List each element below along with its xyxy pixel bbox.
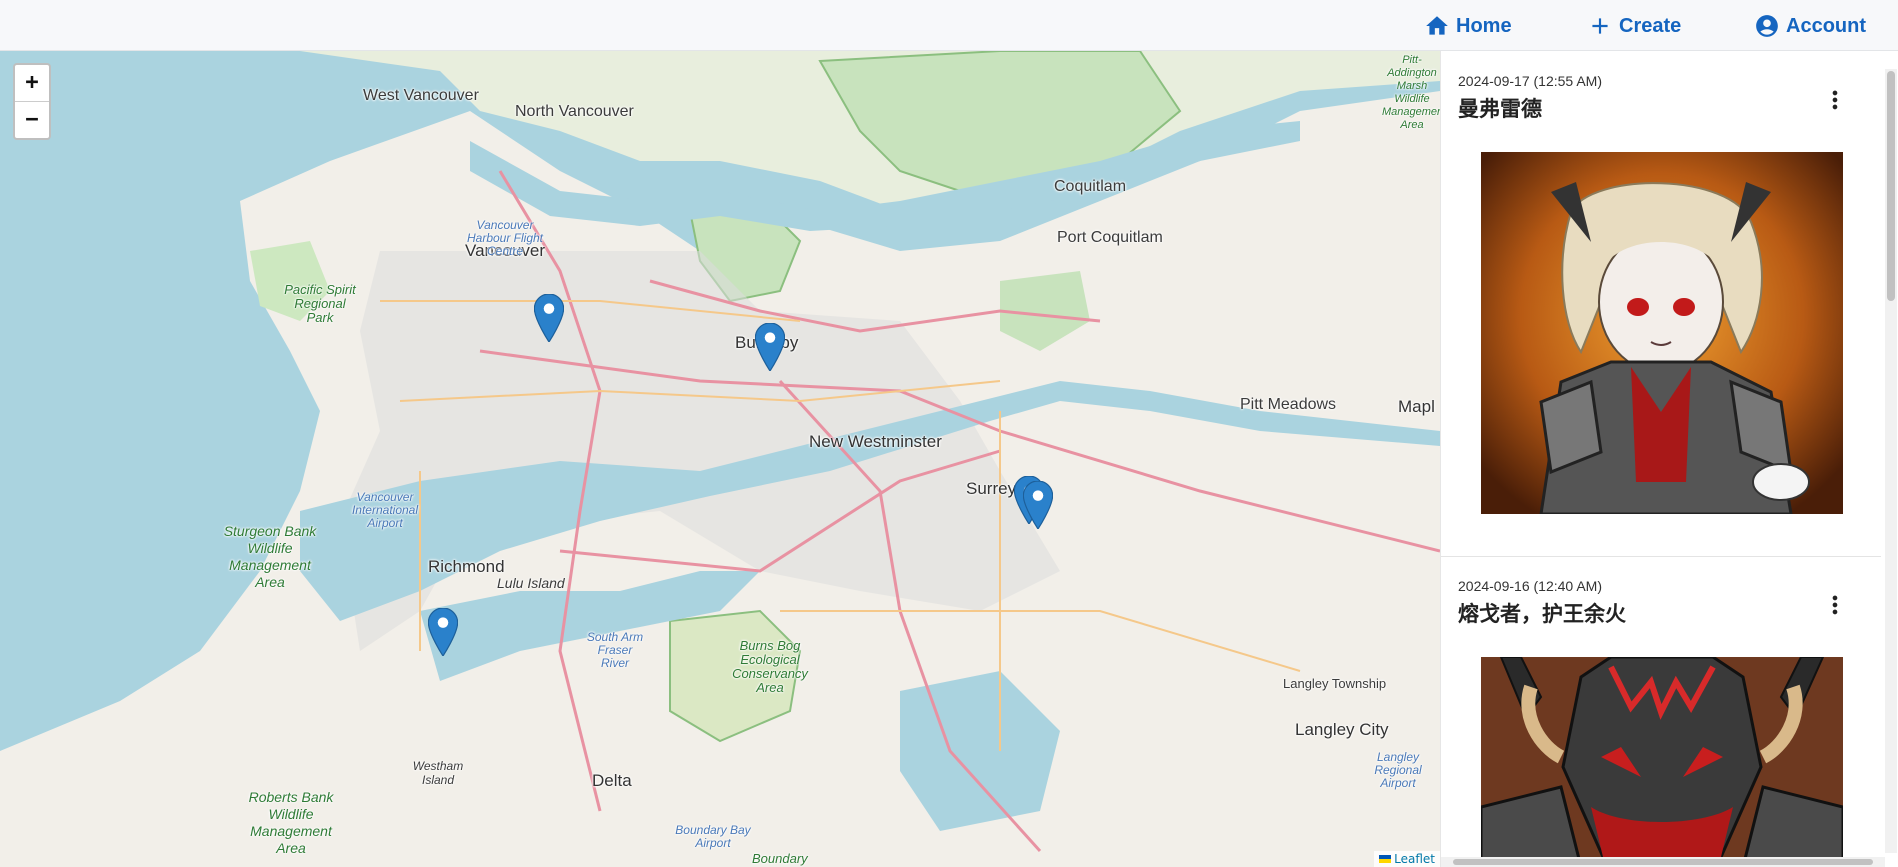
scrollbar-thumb[interactable] bbox=[1887, 71, 1895, 301]
horizontal-scrollbar-thumb[interactable] bbox=[1453, 859, 1873, 865]
attribution-link[interactable]: Leaflet bbox=[1394, 852, 1435, 866]
account-circle-icon bbox=[1756, 15, 1778, 37]
map-label-langley-airport: Langley Regional Airport bbox=[1374, 750, 1422, 790]
post-image[interactable] bbox=[1481, 152, 1843, 514]
map-label-harbour-flight-centre: Vancouver Harbour Flight Centre bbox=[466, 218, 544, 258]
map-label-roberts-bank: Roberts Bank Wildlife Management Area bbox=[248, 789, 334, 856]
map-marker[interactable] bbox=[428, 608, 458, 656]
character-illustration bbox=[1481, 657, 1843, 867]
home-icon bbox=[1426, 16, 1448, 35]
map-label-boundary: Boundary bbox=[752, 851, 808, 866]
create-label: Create bbox=[1619, 14, 1682, 37]
home-label: Home bbox=[1456, 14, 1512, 37]
map-label-burns-bog: Burns Bog Ecological Conservancy Area bbox=[732, 638, 808, 695]
map-label-vancouver-airport: Vancouver International Airport bbox=[351, 490, 419, 530]
map-label-boundary-bay-airport: Boundary Bay Airport bbox=[675, 823, 751, 850]
post-date: 2024-09-16 (12:40 AM) bbox=[1458, 578, 1602, 594]
map-label-richmond: Richmond bbox=[428, 557, 505, 576]
ukraine-flag-icon bbox=[1379, 855, 1392, 863]
zoom-control: + − bbox=[13, 63, 51, 140]
post-image[interactable] bbox=[1481, 657, 1843, 867]
home-nav-link[interactable]: Home bbox=[1424, 11, 1512, 41]
map-label-pitt-meadows: Pitt Meadows bbox=[1240, 396, 1337, 413]
account-nav-link[interactable]: Account bbox=[1754, 11, 1866, 41]
post-date: 2024-09-17 (12:55 AM) bbox=[1458, 73, 1602, 89]
map-label-sturgeon-bank: Sturgeon Bank Wildlife Management Area bbox=[223, 523, 317, 590]
post-divider bbox=[1441, 556, 1881, 557]
create-nav-link[interactable]: Create bbox=[1587, 11, 1681, 41]
zoom-out-button[interactable]: − bbox=[15, 102, 49, 138]
horizontal-scrollbar[interactable] bbox=[1441, 857, 1885, 867]
map-label-west-vancouver: West Vancouver bbox=[363, 87, 479, 104]
more-vert-icon[interactable] bbox=[1821, 591, 1849, 619]
top-navigation-bar: Home Create Account bbox=[0, 0, 1898, 51]
map-label-maple: Mapl bbox=[1398, 397, 1435, 416]
map-marker[interactable] bbox=[1023, 481, 1053, 529]
map-marker[interactable] bbox=[755, 323, 785, 371]
map-label-south-arm: South Arm Fraser River bbox=[586, 630, 644, 670]
more-vert-icon[interactable] bbox=[1821, 86, 1849, 114]
feed-scrollbar[interactable] bbox=[1885, 69, 1897, 853]
zoom-in-button[interactable]: + bbox=[15, 65, 49, 102]
map-label-coquitlam: Coquitlam bbox=[1054, 178, 1127, 195]
account-label: Account bbox=[1786, 14, 1866, 37]
plus-icon bbox=[1592, 18, 1608, 34]
map-label-port-coquitlam: Port Coquitlam bbox=[1057, 229, 1163, 246]
map-tiles[interactable] bbox=[0, 51, 1440, 867]
map-label-lulu-island: Lulu Island bbox=[497, 575, 565, 591]
post-feed[interactable]: 2024-09-17 (12:55 AM) 曼弗雷德 2024-09-16 (1… bbox=[1440, 51, 1898, 867]
post-title: 曼弗雷德 bbox=[1458, 97, 1542, 121]
map-label-delta: Delta bbox=[592, 771, 632, 790]
map-label-pitt-addington: Pitt-Addington Marsh Wildlife Management… bbox=[1382, 54, 1440, 131]
map-label-westham-island: Westham Island bbox=[412, 759, 464, 787]
map-label-north-vancouver: North Vancouver bbox=[515, 103, 634, 120]
map-label-langley-township: Langley Township bbox=[1283, 676, 1387, 691]
map-label-surrey: Surrey bbox=[966, 479, 1017, 498]
map-label-pacific-spirit: Pacific Spirit Regional Park bbox=[284, 282, 356, 325]
map-label-langley-city: Langley City bbox=[1295, 720, 1389, 739]
leaflet-attribution[interactable]: Leaflet bbox=[1374, 851, 1440, 867]
map-marker[interactable] bbox=[534, 294, 564, 342]
map-label-new-westminster: New Westminster bbox=[809, 432, 942, 451]
map-view[interactable]: West Vancouver North Vancouver Vancouver… bbox=[0, 51, 1440, 867]
character-illustration bbox=[1481, 152, 1843, 514]
post-title: 熔戈者，护王余火 bbox=[1458, 602, 1626, 626]
